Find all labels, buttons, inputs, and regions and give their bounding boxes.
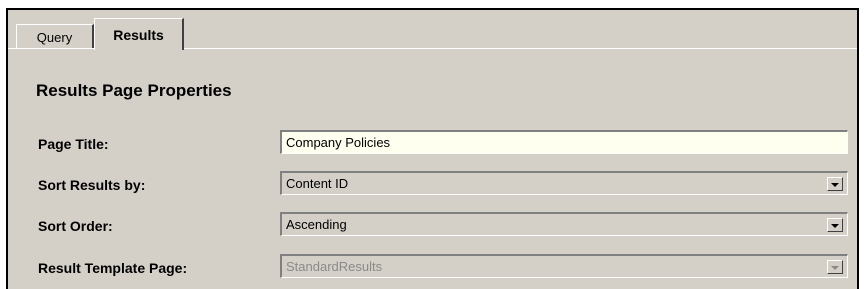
chevron-down-icon [831, 266, 839, 270]
sort-results-by-label: Sort Results by: [38, 177, 146, 193]
page-title-input[interactable]: Company Policies [280, 130, 848, 154]
result-template-page-label: Result Template Page: [38, 260, 188, 276]
tab-query-label: Query [36, 29, 73, 45]
result-template-page-dropdown-button [827, 260, 843, 274]
tab-query[interactable]: Query [16, 24, 94, 49]
tab-results[interactable]: Results [94, 18, 184, 50]
tab-results-label: Results [113, 26, 164, 43]
sort-results-by-value: Content ID [286, 176, 349, 191]
sort-results-by-dropdown-button[interactable] [827, 177, 843, 191]
properties-panel: Query Results Results Page Properties Pa… [6, 8, 859, 289]
result-template-page-value: StandardResults [286, 259, 383, 274]
chevron-down-icon [831, 224, 839, 228]
sort-results-by-select[interactable]: Content ID [280, 171, 848, 195]
sort-order-select[interactable]: Ascending [280, 212, 848, 236]
page-title-value: Company Policies [286, 135, 391, 150]
page-title-label: Page Title: [38, 136, 109, 152]
chevron-down-icon [831, 183, 839, 187]
tab-strip: Query Results [8, 10, 857, 50]
sort-order-dropdown-button[interactable] [827, 218, 843, 232]
section-heading: Results Page Properties [36, 81, 232, 100]
sort-order-label: Sort Order: [38, 218, 113, 234]
sort-order-value: Ascending [286, 217, 347, 232]
result-template-page-select: StandardResults [280, 254, 848, 278]
